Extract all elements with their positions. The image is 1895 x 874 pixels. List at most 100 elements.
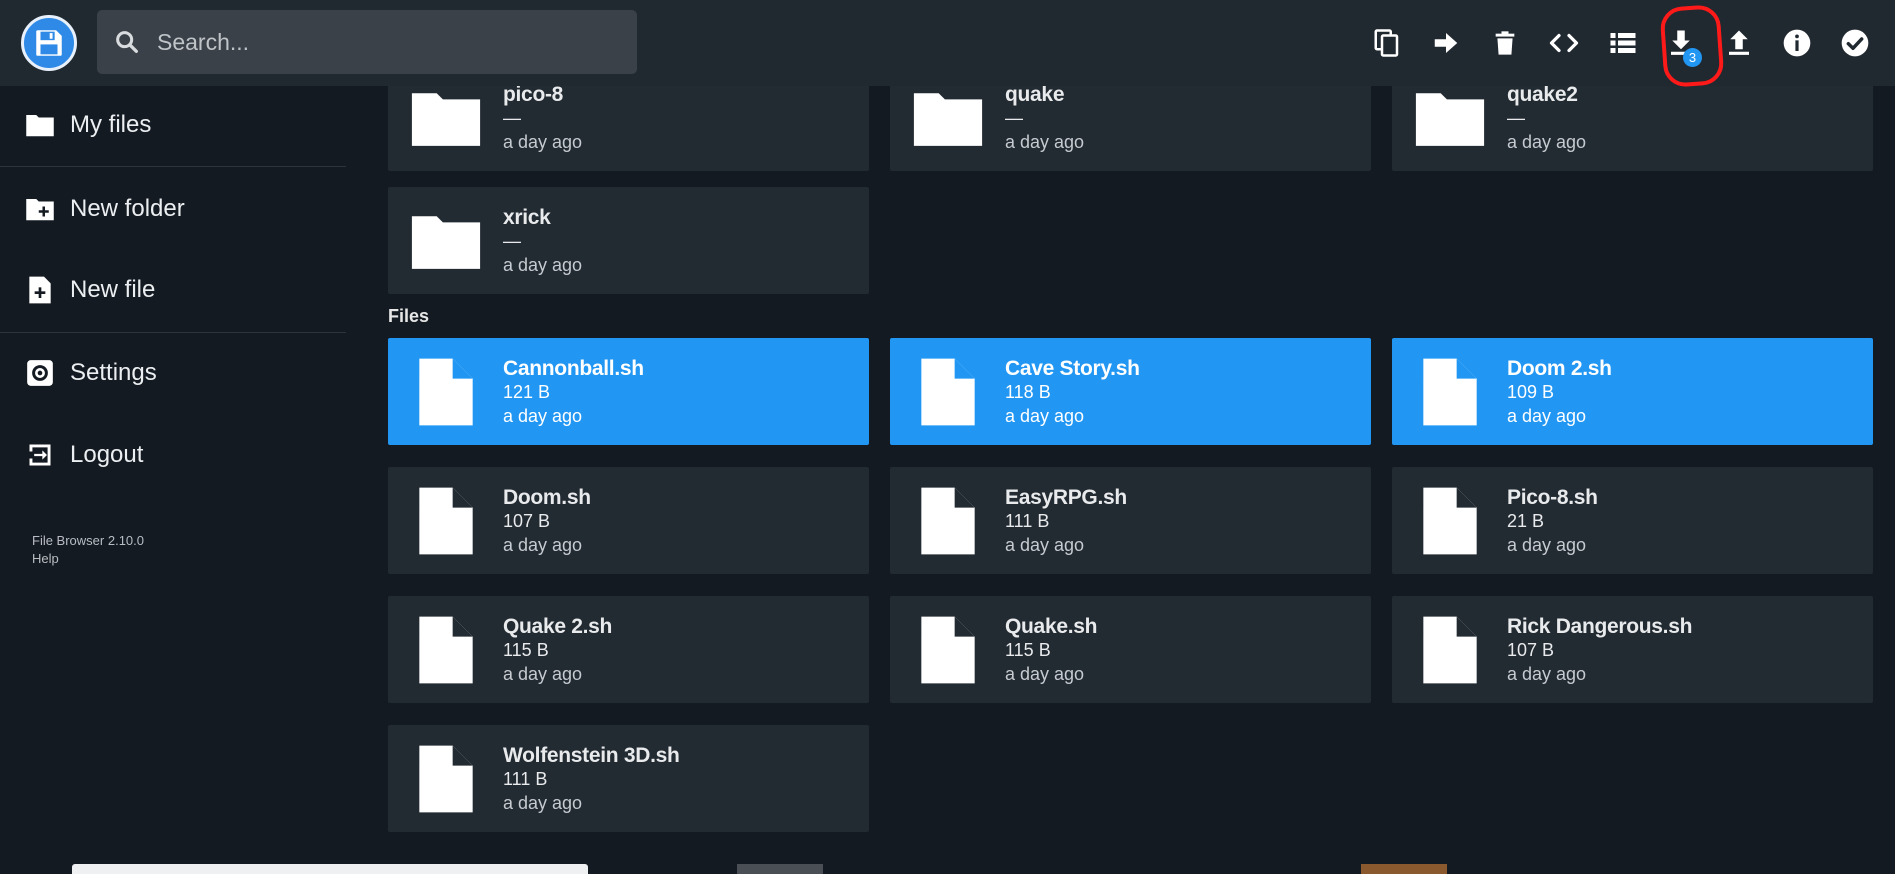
file-item[interactable]: Quake.sh 115 B a day ago (890, 596, 1371, 703)
sidebar-item-new-folder[interactable]: New folder (0, 179, 346, 239)
embed-button[interactable] (1540, 19, 1588, 67)
sidebar-item-new-file[interactable]: New file (0, 260, 346, 320)
search-icon (116, 31, 138, 53)
file-icon (418, 616, 473, 683)
sidebar-item-logout[interactable]: Logout (0, 425, 346, 485)
item-modified: a day ago (1507, 663, 1587, 684)
taskbar-item[interactable] (1361, 864, 1447, 874)
file-item[interactable]: EasyRPG.sh 111 B a day ago (890, 467, 1371, 574)
copy-button[interactable] (1363, 19, 1411, 67)
select-multiple-button[interactable] (1831, 19, 1879, 67)
item-size: 111 B (1005, 510, 1050, 531)
item-size: — (1507, 107, 1525, 128)
item-size: 111 B (503, 768, 548, 789)
item-modified: a day ago (1507, 131, 1587, 152)
switch-view-button[interactable] (1599, 19, 1647, 67)
move-button[interactable] (1422, 19, 1470, 67)
folder-icon (913, 92, 982, 146)
item-size: — (503, 107, 521, 128)
sidebar-item-label: New folder (70, 195, 185, 222)
item-name: xrick (503, 205, 551, 229)
item-modified: a day ago (1005, 663, 1085, 684)
file-item[interactable]: Doom.sh 107 B a day ago (388, 467, 869, 574)
file-icon (920, 616, 975, 683)
item-size: 118 B (1005, 381, 1051, 402)
folder-icon (26, 115, 54, 137)
copy-icon (1374, 29, 1399, 57)
sidebar-divider (0, 166, 346, 167)
list-view-icon (1610, 33, 1636, 53)
item-name: pico-8 (503, 82, 564, 106)
item-name: quake2 (1507, 82, 1578, 106)
item-name: quake (1005, 82, 1065, 106)
file-icon (920, 358, 975, 425)
item-size: 115 B (1005, 639, 1051, 660)
item-size: 107 B (1507, 639, 1555, 660)
item-modified: a day ago (1005, 131, 1085, 152)
item-name: Doom.sh (503, 485, 591, 509)
item-name: Doom 2.sh (1507, 356, 1612, 380)
sidebar-item-my-files[interactable]: My files (0, 95, 346, 155)
folder-icon (411, 215, 480, 269)
file-item[interactable]: Wolfenstein 3D.sh 111 B a day ago (388, 725, 869, 832)
new-folder-icon (26, 199, 54, 221)
top-bar: 3 (0, 0, 1895, 88)
file-icon (1422, 487, 1477, 554)
folder-item[interactable]: xrick — a day ago (388, 187, 869, 294)
file-icon (1422, 358, 1477, 425)
item-modified: a day ago (503, 131, 583, 152)
search-bar[interactable] (97, 10, 637, 74)
sidebar-item-label: Logout (70, 441, 144, 468)
file-item[interactable]: Cannonball.sh 121 B a day ago (388, 338, 869, 445)
version-label: File Browser 2.10.0 (32, 533, 144, 548)
delete-button[interactable] (1481, 19, 1529, 67)
item-name: Quake.sh (1005, 614, 1098, 638)
help-link[interactable]: Help (32, 550, 144, 568)
folder-icon (411, 92, 480, 146)
file-item[interactable]: Rick Dangerous.sh 107 B a day ago (1392, 596, 1873, 703)
floppy-disk-icon (36, 30, 62, 56)
upload-icon (1729, 30, 1749, 55)
sidebar-item-label: New file (70, 276, 156, 303)
info-button[interactable] (1773, 19, 1821, 67)
item-modified: a day ago (1005, 405, 1085, 426)
sidebar-item-label: Settings (70, 359, 157, 386)
logout-icon (29, 444, 51, 466)
item-name: Cannonball.sh (503, 356, 644, 380)
item-size: 121 B (503, 381, 551, 402)
item-name: Cave Story.sh (1005, 356, 1140, 380)
item-modified: a day ago (503, 405, 583, 426)
file-icon (920, 487, 975, 554)
item-size: 21 B (1507, 510, 1545, 531)
app-logo[interactable] (21, 15, 77, 71)
file-item[interactable]: Doom 2.sh 109 B a day ago (1392, 338, 1873, 445)
file-item[interactable]: Pico-8.sh 21 B a day ago (1392, 467, 1873, 574)
item-modified: a day ago (503, 534, 583, 555)
item-modified: a day ago (1005, 534, 1085, 555)
search-input[interactable] (157, 28, 637, 56)
item-size: 115 B (503, 639, 549, 660)
new-file-icon (29, 276, 51, 304)
item-name: EasyRPG.sh (1005, 485, 1127, 509)
sidebar-item-settings[interactable]: Settings (0, 343, 346, 403)
taskbar-search-field[interactable] (72, 864, 588, 874)
settings-icon (27, 360, 53, 386)
code-icon (1549, 33, 1579, 53)
red-annotation-circle (1659, 4, 1725, 88)
arrow-right-icon (1434, 33, 1458, 53)
check-icon (1841, 29, 1869, 57)
folder-icon (1415, 92, 1484, 146)
file-item[interactable]: Quake 2.sh 115 B a day ago (388, 596, 869, 703)
item-size: 109 B (1507, 381, 1555, 402)
trash-icon (1495, 31, 1515, 55)
item-modified: a day ago (503, 792, 583, 813)
file-item[interactable]: Cave Story.sh 118 B a day ago (890, 338, 1371, 445)
item-name: Pico-8.sh (1507, 485, 1598, 509)
sidebar: My files New folder New file Settings Lo… (0, 86, 346, 874)
item-size: — (1005, 107, 1023, 128)
taskbar-item[interactable] (737, 864, 823, 874)
file-icon (418, 358, 473, 425)
info-icon (1783, 29, 1811, 57)
files-section-label: Files (388, 306, 430, 326)
item-name: Rick Dangerous.sh (1507, 614, 1693, 638)
